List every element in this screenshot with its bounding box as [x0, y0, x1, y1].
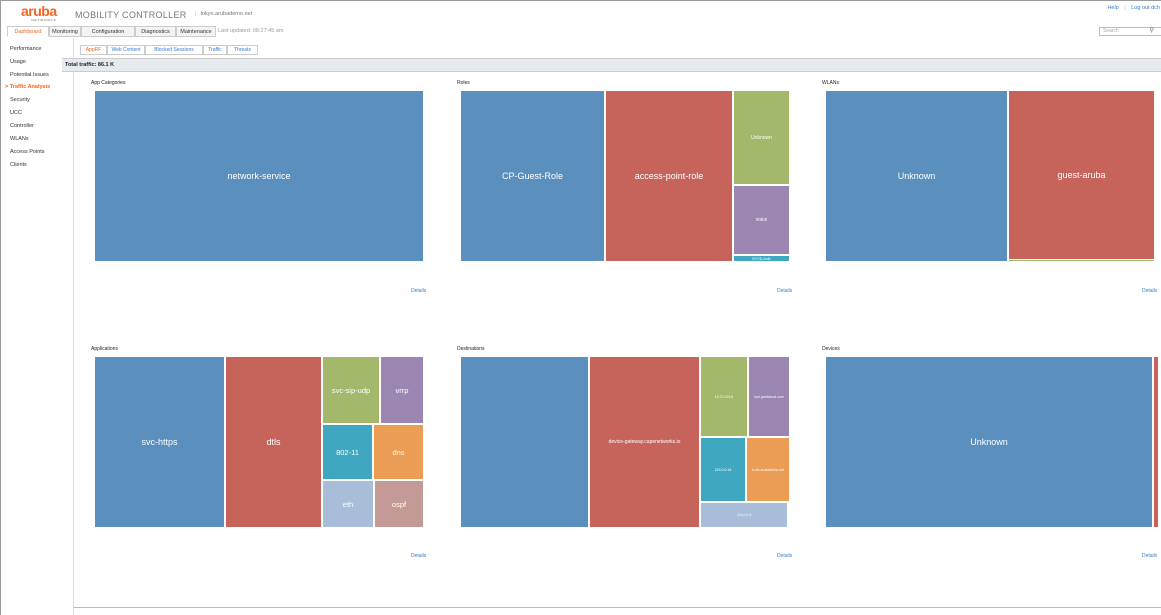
treemap-tile[interactable]: eth [322, 480, 374, 528]
tab-diagnostics[interactable]: Diagnostics [135, 26, 176, 37]
sidebar-item-security[interactable]: Security [10, 97, 30, 103]
treemap-tile[interactable]: 10.70.219.6 [700, 356, 748, 437]
details-link-app-categories[interactable]: Details [411, 288, 426, 294]
app-window: aruba NETWORKS MOBILITY CONTROLLER | toky… [0, 0, 1161, 615]
sidebar-item-ucc[interactable]: UCC [10, 110, 22, 116]
logout-link[interactable]: Log out dch [1131, 5, 1160, 11]
treemap-tile[interactable]: BYOD-Auth [733, 255, 790, 262]
treemap-tile[interactable]: Unknown [825, 90, 1008, 262]
sidebar-item-label: Traffic Analysis [9, 84, 51, 90]
treemap-tile[interactable]: dns [373, 424, 424, 480]
host-separator: | [195, 11, 197, 17]
last-updated: Last updated: 08:27:45 am [218, 28, 284, 34]
help-link[interactable]: Help [1107, 5, 1118, 11]
tab-maintenance[interactable]: Maintenance [176, 26, 216, 37]
sidebar-item-usage[interactable]: Usage [10, 59, 26, 65]
top-links-divider: | [1124, 5, 1126, 11]
host-text: tokyo.arubademo.net [200, 11, 253, 17]
sidebar-item-wlans[interactable]: WLANs [10, 136, 29, 142]
treemap-tile[interactable]: 224.0.0.5 [700, 502, 788, 528]
treemap-tile[interactable]: vrrp [380, 356, 424, 424]
treemap-tile[interactable]: 802-11 [322, 424, 373, 480]
treemap-tile[interactable] [1008, 259, 1155, 262]
total-traffic-text: Total traffic: 86.1 K [65, 62, 115, 68]
panel-title-app-categories: App Categories [91, 80, 126, 86]
subtab-apprf[interactable]: AppRF [80, 45, 107, 55]
sidebar-item-potential-issues[interactable]: Potential Issues [10, 72, 49, 78]
search-icon[interactable]: ⚲ [1150, 27, 1154, 34]
subtab-blocked-sessions[interactable]: Blocked Sessions [145, 45, 203, 55]
details-link-applications[interactable]: Details [411, 553, 426, 559]
sidebar-item-clients[interactable]: Clients [10, 162, 27, 168]
product-name: MOBILITY CONTROLLER [75, 10, 187, 20]
panel-title-devices: Devices [822, 346, 840, 352]
treemap-tile[interactable]: svc-https [94, 356, 225, 528]
treemap-tile[interactable] [1153, 356, 1159, 528]
treemap-tile[interactable]: dtls [225, 356, 322, 528]
bottom-divider [74, 607, 1161, 608]
treemap-tile[interactable]: access-point-role [605, 90, 733, 262]
treemap-tile[interactable]: device-gateway.capenetworks.io [589, 356, 700, 528]
tab-dashboard[interactable]: Dashboard [7, 26, 49, 37]
header: aruba NETWORKS MOBILITY CONTROLLER | toky… [1, 1, 1161, 25]
treemap-tile[interactable]: Unknown [825, 356, 1153, 528]
treemap-tile[interactable]: b-ufc.arubademo.net [746, 437, 790, 502]
treemap-tile[interactable]: CP-Guest-Role [460, 90, 605, 262]
details-link-devices[interactable]: Details [1142, 553, 1157, 559]
sidebar-item-traffic-analysis[interactable]: > Traffic Analysis [5, 84, 50, 90]
details-link-destinations[interactable]: Details [777, 553, 792, 559]
treemap-tile[interactable]: network-service [94, 90, 424, 262]
treemap-tile[interactable]: guest-aruba [1008, 90, 1155, 260]
panel-title-roles: Roles [457, 80, 470, 86]
tab-monitoring[interactable]: Monitoring [49, 26, 81, 37]
sidebar: Performance Usage Potential Issues > Tra… [1, 38, 74, 615]
subtab-web-content[interactable]: Web Content [107, 45, 145, 55]
total-traffic-bar: Total traffic: 86.1 K [62, 58, 1161, 72]
panel-title-wlans: WLANs [822, 80, 839, 86]
sidebar-item-access-points[interactable]: Access Points [10, 149, 45, 155]
treemap-tile[interactable]: 224.0.0.18 [700, 437, 746, 502]
panel-title-destinations: Destinations [457, 346, 485, 352]
details-link-wlans[interactable]: Details [1142, 288, 1157, 294]
subtab-threats[interactable]: Threats [227, 45, 258, 55]
main-nav: Dashboard Monitoring Configuration Diagn… [1, 26, 1161, 37]
treemap-tile[interactable]: hpe.jamfcloud.com [748, 356, 790, 437]
treemap-tile[interactable]: svc-sip-udp [322, 356, 380, 424]
sidebar-item-controller[interactable]: Controller [10, 123, 34, 129]
subtab-traffic[interactable]: Traffic [203, 45, 227, 55]
treemap-tile[interactable]: Unknown [733, 90, 790, 185]
aruba-logo[interactable]: aruba NETWORKS [21, 3, 67, 23]
active-marker-icon: > [5, 84, 9, 90]
treemap-tile[interactable]: voice [733, 185, 790, 255]
treemap-tile[interactable]: ospf [374, 480, 424, 528]
host-name: | tokyo.arubademo.net [195, 11, 252, 17]
top-links: Help | Log out dch [1103, 5, 1160, 11]
panel-title-applications: Applications [91, 346, 118, 352]
logo-word: aruba [21, 3, 57, 19]
tab-configuration[interactable]: Configuration [81, 26, 135, 37]
details-link-roles[interactable]: Details [777, 288, 792, 294]
sidebar-item-performance[interactable]: Performance [10, 46, 42, 52]
treemap-tile[interactable] [460, 356, 589, 528]
